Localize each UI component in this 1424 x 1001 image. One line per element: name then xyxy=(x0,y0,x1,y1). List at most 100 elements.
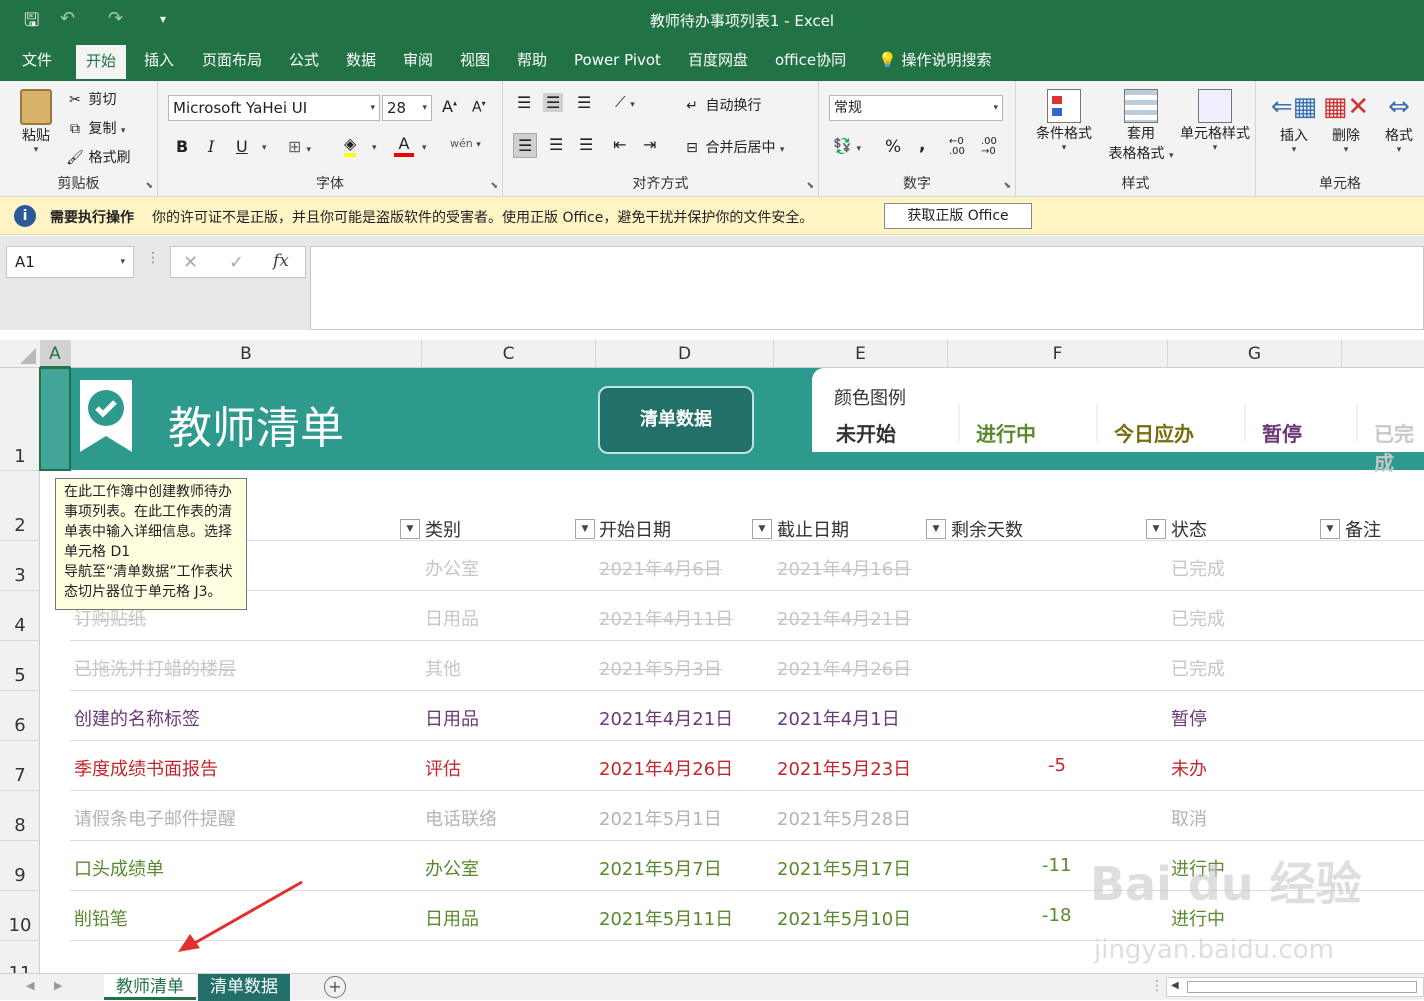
currency-icon[interactable]: 💱 ▾ xyxy=(833,137,861,155)
row-header[interactable]: 7 xyxy=(0,741,40,791)
row-header[interactable]: 3 xyxy=(0,541,40,591)
fill-color-icon[interactable]: ◈ xyxy=(344,135,357,157)
tab-view[interactable]: 视图 xyxy=(450,40,500,81)
tab-data[interactable]: 数据 xyxy=(336,40,386,81)
column-header-a[interactable]: A xyxy=(40,340,71,368)
sheet-tab-teacher-list[interactable]: 教师清单 xyxy=(104,974,196,1000)
list-data-button[interactable]: 清单数据 xyxy=(598,386,754,454)
font-color-icon[interactable]: A xyxy=(394,135,414,157)
row-header[interactable]: 4 xyxy=(0,591,40,641)
column-header-f[interactable]: F xyxy=(948,340,1168,368)
row-header[interactable]: 2 xyxy=(0,471,40,541)
cut-button[interactable]: ✂ 剪切 xyxy=(66,89,116,109)
get-genuine-office-button[interactable]: 获取正版 Office xyxy=(884,203,1032,229)
column-header-c[interactable]: C xyxy=(422,340,596,368)
percent-button[interactable]: % xyxy=(885,137,901,157)
tab-home[interactable]: 开始 xyxy=(76,45,127,81)
delete-cells-button[interactable]: ▦✕ 删除 ▾ xyxy=(1320,89,1372,155)
row-header[interactable]: 9 xyxy=(0,841,40,891)
select-all-button[interactable] xyxy=(0,340,40,368)
tab-power-pivot[interactable]: Power Pivot xyxy=(564,40,671,81)
font-size-dropdown[interactable]: 28 ▾ xyxy=(382,95,432,121)
column-header-h[interactable] xyxy=(1342,340,1424,368)
column-header-b[interactable]: B xyxy=(71,340,422,368)
insert-function-icon[interactable]: fx xyxy=(273,251,289,271)
row-header[interactable]: 6 xyxy=(0,691,40,741)
wrap-text-button[interactable]: ↵ 自动换行 xyxy=(683,95,761,115)
tab-review[interactable]: 审阅 xyxy=(393,40,443,81)
decrease-font-icon[interactable]: A▾ xyxy=(472,99,486,116)
filter-dropdown-icon[interactable]: ▼ xyxy=(400,519,420,539)
table-row[interactable]: 季度成绩书面报告 评估 2021年4月26日 2021年5月23日 -5 未办 xyxy=(70,741,1424,791)
tab-file[interactable]: 文件 xyxy=(12,40,62,81)
tab-formulas[interactable]: 公式 xyxy=(279,40,329,81)
format-as-table-button[interactable]: 套用 表格格式 ▾ xyxy=(1106,89,1176,163)
row-header[interactable]: 11 xyxy=(0,941,40,973)
row-header[interactable]: 10 xyxy=(0,891,40,941)
enter-icon[interactable]: ✓ xyxy=(229,252,244,273)
table-row[interactable]: 办公室 2021年4月6日 2021年4月16日 已完成 xyxy=(70,541,1424,591)
column-header-e[interactable]: E xyxy=(774,340,948,368)
dialog-launcher-icon[interactable]: ⬊ xyxy=(490,181,498,191)
phonetic-icon[interactable]: wén ▾ xyxy=(450,137,481,150)
tab-split-icon[interactable]: ⋮ xyxy=(1150,978,1164,994)
row-header[interactable]: 5 xyxy=(0,641,40,691)
prev-sheet-icon[interactable]: ◀ xyxy=(26,979,34,992)
tab-baidu-netdisk[interactable]: 百度网盘 xyxy=(678,40,758,81)
insert-cells-button[interactable]: ⇐▦ 插入 ▾ xyxy=(1268,89,1320,155)
row-header[interactable]: 1 xyxy=(0,368,40,471)
conditional-format-button[interactable]: 条件格式 ▾ xyxy=(1024,89,1104,153)
dialog-launcher-icon[interactable]: ⬊ xyxy=(145,181,153,191)
align-right-icon[interactable]: ☰ xyxy=(579,135,593,154)
dialog-launcher-icon[interactable]: ⬊ xyxy=(806,181,814,191)
scrollbar-thumb[interactable] xyxy=(1187,981,1417,993)
add-sheet-icon[interactable]: + xyxy=(324,976,346,998)
column-header-g[interactable]: G xyxy=(1168,340,1342,368)
decrease-decimal-icon[interactable]: .00 →0 xyxy=(981,137,997,157)
decrease-indent-icon[interactable]: ⇤ xyxy=(613,135,626,154)
tab-office-collab[interactable]: office协同 xyxy=(765,40,856,81)
filter-dropdown-icon[interactable]: ▼ xyxy=(575,519,595,539)
formula-input[interactable] xyxy=(310,246,1424,330)
increase-font-icon[interactable]: A▴ xyxy=(442,97,457,116)
scroll-left-icon[interactable]: ◀ xyxy=(1171,980,1179,991)
underline-button[interactable]: U xyxy=(236,137,248,156)
table-row[interactable]: 已拖洗并打蜡的楼层 其他 2021年5月3日 2021年4月26日 已完成 xyxy=(70,641,1424,691)
sort-filter-icon[interactable]: ▼ xyxy=(926,519,946,539)
font-name-dropdown[interactable]: Microsoft YaHei UI ▾ xyxy=(168,95,380,121)
table-row[interactable]: 请假条电子邮件提醒 电话联络 2021年5月1日 2021年5月28日 取消 xyxy=(70,791,1424,841)
name-box[interactable]: A1 ▾ xyxy=(6,246,134,278)
copy-button[interactable]: ⧉ 复制 ▾ xyxy=(66,118,125,138)
table-row[interactable]: 创建的名称标签 日用品 2021年4月21日 2021年4月1日 暂停 xyxy=(70,691,1424,741)
selected-cell-a1[interactable] xyxy=(39,367,71,471)
number-format-dropdown[interactable]: 常规 ▾ xyxy=(829,95,1003,121)
align-left-icon[interactable]: ☰ xyxy=(513,133,538,158)
align-center-icon[interactable]: ☰ xyxy=(549,135,563,154)
filter-dropdown-icon[interactable]: ▼ xyxy=(1146,519,1166,539)
italic-button[interactable]: I xyxy=(208,137,214,156)
column-header-d[interactable]: D xyxy=(596,340,774,368)
sheet-tab-list-data[interactable]: 清单数据 xyxy=(198,974,290,1001)
comma-button[interactable]: , xyxy=(919,135,925,155)
merge-center-button[interactable]: ⊟ 合并后居中 ▾ xyxy=(683,137,784,157)
next-sheet-icon[interactable]: ▶ xyxy=(54,979,62,992)
filter-dropdown-icon[interactable]: ▼ xyxy=(752,519,772,539)
increase-indent-icon[interactable]: ⇥ xyxy=(643,135,656,154)
orientation-icon[interactable]: ⟋ ▾ xyxy=(615,93,635,111)
row-header[interactable]: 8 xyxy=(0,791,40,841)
align-top-icon[interactable]: ☰ xyxy=(517,93,531,112)
align-middle-icon[interactable]: ☰ xyxy=(543,93,564,112)
cell-styles-button[interactable]: 单元格样式 ▾ xyxy=(1176,89,1254,153)
tell-me-search[interactable]: 💡 操作说明搜索 xyxy=(868,40,1001,81)
dialog-launcher-icon[interactable]: ⬊ xyxy=(1003,181,1011,191)
paste-button[interactable]: 粘贴 ▾ xyxy=(12,89,60,155)
format-painter-button[interactable]: 🖌 格式刷 xyxy=(66,147,130,167)
cancel-icon[interactable]: ✕ xyxy=(183,252,198,273)
increase-decimal-icon[interactable]: ←0.00 xyxy=(949,137,965,157)
horizontal-scrollbar[interactable]: ◀ xyxy=(1166,977,1424,997)
tab-help[interactable]: 帮助 xyxy=(507,40,557,81)
bold-button[interactable]: B xyxy=(176,137,188,156)
align-bottom-icon[interactable]: ☰ xyxy=(577,93,591,112)
format-cells-button[interactable]: ⇔ 格式 ▾ xyxy=(1374,89,1424,155)
filter-dropdown-icon[interactable]: ▼ xyxy=(1320,519,1340,539)
